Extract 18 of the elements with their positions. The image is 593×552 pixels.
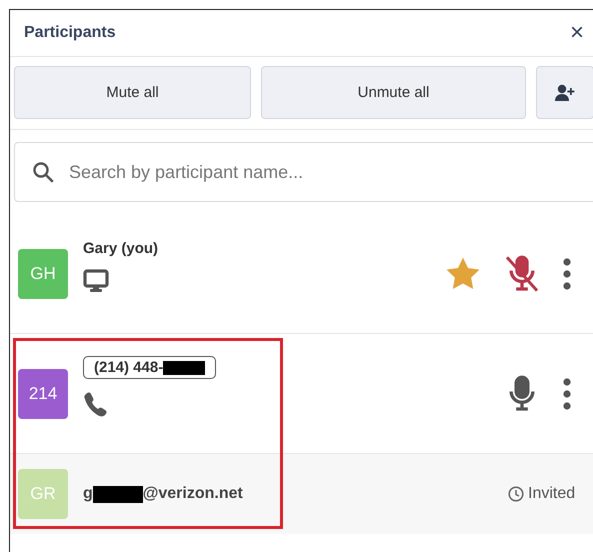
panel-title: Participants <box>24 24 116 42</box>
add-participant-button[interactable] <box>536 66 593 119</box>
action-button[interactable]: Mute all <box>14 66 251 119</box>
add-person-icon <box>555 84 575 102</box>
avatar: 214 <box>18 368 68 418</box>
participant-name: Gary (you) <box>83 240 158 257</box>
close-button[interactable]: × <box>570 21 584 45</box>
avatar: GR <box>18 469 68 519</box>
search-field[interactable]: Search by participant name... <box>14 142 593 202</box>
avatar: GH <box>18 248 68 298</box>
participant-name: g @verizon.net <box>83 485 244 503</box>
clock-icon <box>508 486 524 502</box>
participant-name: (214) 448- <box>83 356 216 379</box>
more-options-icon[interactable] <box>562 256 572 290</box>
invite-status: Invited <box>528 485 576 503</box>
more-options-icon[interactable] <box>562 376 572 410</box>
action-button[interactable]: Unmute all <box>261 66 526 119</box>
star-icon[interactable] <box>444 256 482 292</box>
